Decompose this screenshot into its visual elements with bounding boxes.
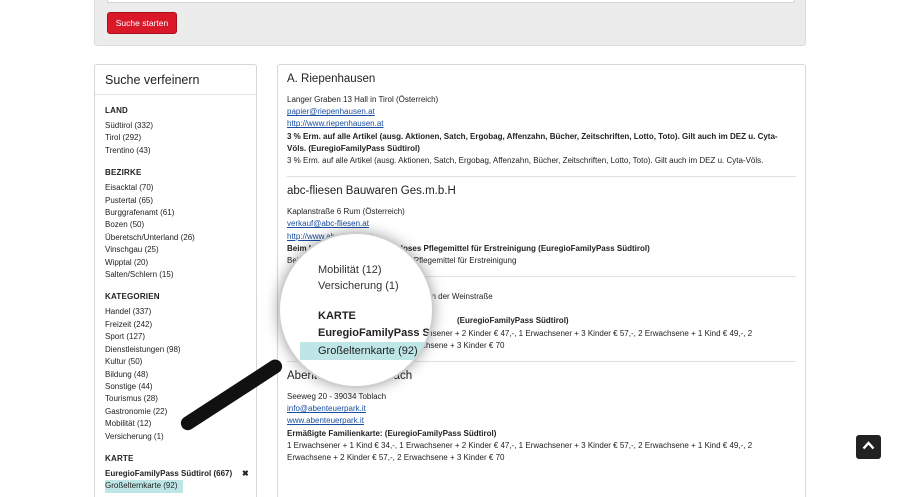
magnified-highlighted-filter: Großelternkarte (92)	[300, 342, 432, 360]
result-title[interactable]: abc-fliesen Bauwaren Ges.m.b.H	[287, 185, 796, 197]
search-button[interactable]: Suche starten	[107, 12, 177, 34]
magnified-facet-item: Mobilität (12)	[318, 264, 382, 276]
facet-item-tirol[interactable]: Tirol (292)	[95, 132, 256, 144]
facet-item-freizeit[interactable]: Freizeit (242)	[95, 319, 256, 331]
facet-item-versicherung[interactable]: Versicherung (1)	[95, 431, 256, 443]
facet-item-grosselternkarte[interactable]: Großelternkarte (92)	[105, 480, 184, 493]
result-offer-text: 3 % Erm. auf alle Artikel (ausg. Aktione…	[287, 156, 764, 166]
result-offer-heading: 3 % Erm. auf alle Artikel (ausg. Aktione…	[287, 131, 778, 153]
chevron-up-icon	[862, 441, 875, 450]
facet-item-bildung[interactable]: Bildung (48)	[95, 369, 256, 381]
refine-search-sidebar: Suche verfeinern LAND Südtirol (332) Tir…	[94, 64, 257, 497]
facet-item-pustertal[interactable]: Pustertal (65)	[95, 195, 256, 207]
facet-item-ueberetsch[interactable]: Überetsch/Unterland (26)	[95, 232, 256, 244]
facet-item-euregio-selected[interactable]: EuregioFamilyPass Südtirol (667) ✖	[95, 468, 256, 480]
sidebar-title: Suche verfeinern	[95, 65, 256, 95]
facet-item-handel[interactable]: Handel (337)	[95, 306, 256, 318]
result-offer-heading: Ermäßigte Familienkarte: (EuregioFamilyP…	[287, 428, 497, 438]
facet-item-vinschgau[interactable]: Vinschgau (25)	[95, 244, 256, 256]
remove-filter-icon[interactable]: ✖	[242, 468, 249, 480]
magnified-facet-heading: KARTE	[318, 310, 356, 322]
result-title[interactable]: A. Riepenhausen	[287, 73, 796, 85]
result-address: Langer Graben 13 Hall in Tirol (Österrei…	[287, 95, 439, 104]
result-email-link[interactable]: papier@riepenhausen.at	[287, 106, 796, 118]
result-web-link[interactable]: http://www.riepenhausen.at	[287, 118, 796, 130]
result-entry: A. Riepenhausen Langer Graben 13 Hall in…	[278, 73, 805, 167]
facet-item-mobilitaet[interactable]: Mobilität (12)	[95, 418, 256, 430]
facet-selected-label: EuregioFamilyPass Südtirol (667)	[105, 468, 233, 478]
facet-item-wipptal[interactable]: Wipptal (20)	[95, 257, 256, 269]
scroll-to-top-button[interactable]	[856, 435, 881, 459]
facet-heading-land: LAND	[105, 106, 129, 115]
facet-item-salten-schlern[interactable]: Salten/Schlern (15)	[95, 269, 256, 281]
facet-heading-karte: KARTE	[105, 453, 134, 463]
result-offer-text: 1 Erwachsener + 1 Kind € 34,-, 1 Erwachs…	[287, 440, 753, 463]
facet-item-gastronomie[interactable]: Gastronomie (22)	[95, 406, 256, 418]
facet-item-kultur[interactable]: Kultur (50)	[95, 356, 256, 368]
result-email-link[interactable]: info@abenteuerpark.it	[287, 403, 796, 415]
magnified-selected-filter: EuregioFamilyPass Sü	[318, 327, 434, 339]
facet-item-suedtirol[interactable]: Südtirol (332)	[95, 120, 256, 132]
facet-item-eisacktal[interactable]: Eisacktal (70)	[95, 182, 256, 194]
facet-item-dienstleistungen[interactable]: Dienstleistungen (98)	[95, 344, 256, 356]
search-panel: Suche starten	[94, 0, 806, 46]
facet-item-burggrafenamt[interactable]: Burggrafenamt (61)	[95, 207, 256, 219]
result-web-link[interactable]: www.abenteuerpark.it	[287, 415, 796, 427]
facet-heading-kategorien: KATEGORIEN	[105, 292, 160, 302]
facet-item-sport[interactable]: Sport (127)	[95, 331, 256, 343]
page: Suche starten Suche verfeinern LAND Südt…	[0, 0, 900, 497]
facet-item-bozen[interactable]: Bozen (50)	[95, 219, 256, 231]
magnifier-lens: Mobilität (12) Versicherung (1) KARTE Eu…	[278, 232, 434, 388]
magnifier-content: Mobilität (12) Versicherung (1) KARTE Eu…	[300, 234, 434, 360]
facet-item-grosselternkarte-row: Großelternkarte (92)	[95, 480, 256, 493]
search-input[interactable]	[107, 0, 795, 3]
facet-item-trentino[interactable]: Trentino (43)	[95, 145, 256, 157]
result-email-link[interactable]: verkauf@abc-fliesen.at	[287, 218, 796, 230]
magnified-facet-item: Versicherung (1)	[318, 280, 399, 292]
result-address: Kaplanstraße 6 Rum (Österreich)	[287, 207, 405, 217]
result-divider	[287, 176, 796, 178]
facet-heading-bezirke: BEZIRKE	[105, 168, 142, 178]
result-address: Seeweg 20 - 39034 Toblach	[287, 392, 387, 402]
